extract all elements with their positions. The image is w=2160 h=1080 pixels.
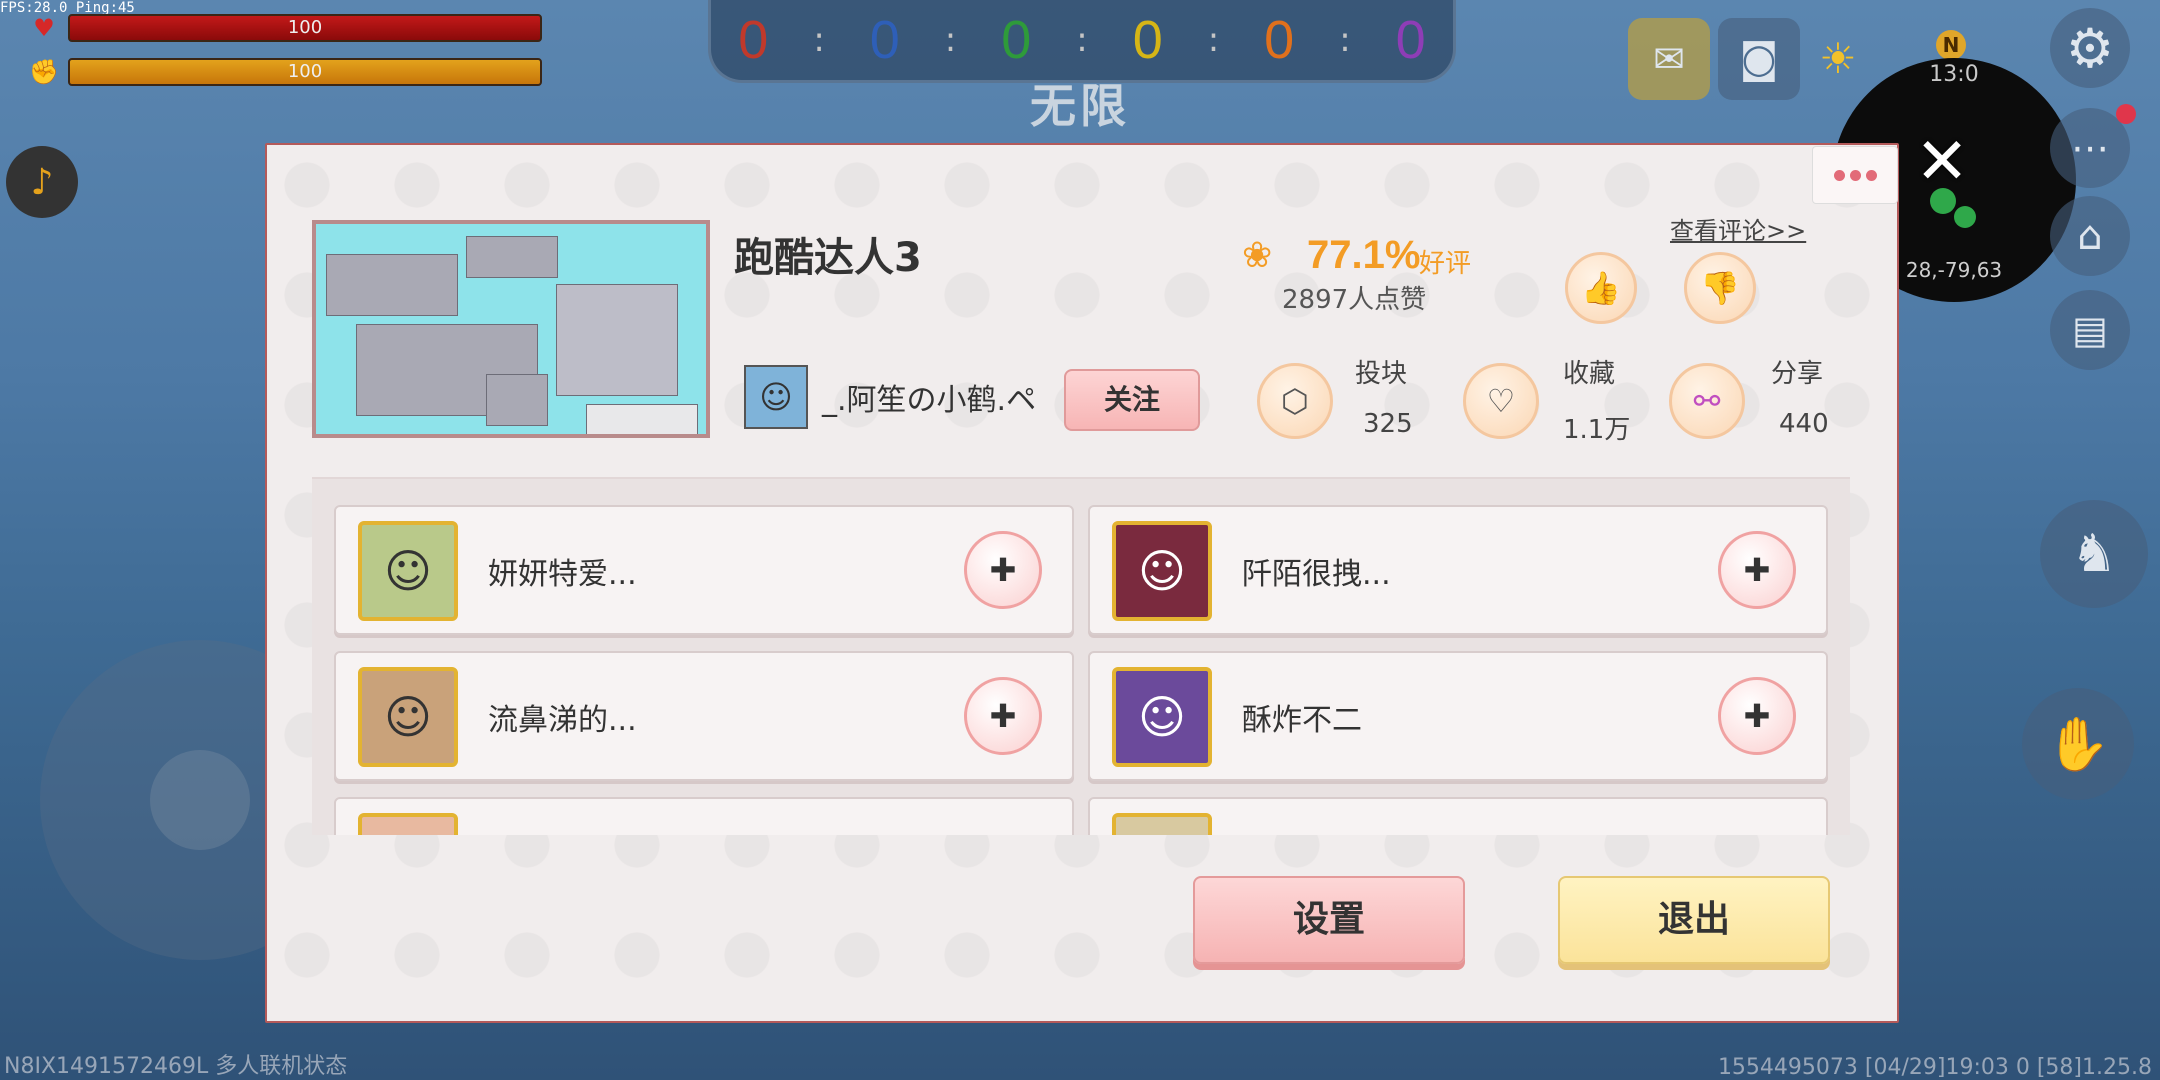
thumbs-down-icon[interactable]: 👎 (1684, 252, 1756, 324)
more-options-button[interactable] (1812, 146, 1898, 204)
hunger-bar: 100 (68, 58, 542, 86)
action-icon[interactable]: ✋ (2022, 688, 2134, 800)
player-avatar (358, 813, 458, 835)
score-separator: : (1207, 20, 1220, 60)
server-info-text: 1554495073 [04/29]19:03 0 [58]1.25.8 (1717, 1055, 2152, 1080)
author-name[interactable]: _.阿笙の小鹤.ペ (822, 375, 1036, 419)
rating-label: 好评 (1419, 249, 1472, 279)
stat-label-vote: 投块 (1355, 359, 1408, 389)
heart-icon: ♥ (33, 14, 55, 42)
room-status-text: N8IX1491572469L 多人联机状态 (4, 1054, 348, 1079)
more-dot-icon (1833, 169, 1845, 181)
health-bar: 100 (68, 14, 542, 42)
player-name: 阡陌很拽... (1242, 557, 1391, 592)
author-avatar[interactable]: ☺ (744, 365, 808, 429)
settings-button[interactable]: 设置 (1193, 876, 1465, 964)
heart-icon[interactable]: ♡ (1463, 363, 1539, 439)
score-team-1: 0 (738, 10, 769, 70)
player-avatar: ☺ (1112, 667, 1212, 767)
player-card[interactable] (1088, 797, 1828, 835)
exit-button[interactable]: 退出 (1558, 876, 1830, 964)
more-dot-icon (1849, 169, 1861, 181)
add-friend-icon[interactable]: ✚ (964, 677, 1042, 755)
player-avatar: ☺ (358, 521, 458, 621)
likes-count: 2897人点赞 (1282, 285, 1427, 315)
player-avatar: ☺ (358, 667, 458, 767)
joystick-knob[interactable] (150, 750, 250, 850)
player-name: 酥炸不二 (1242, 703, 1362, 738)
player-card[interactable]: ☺ 酥炸不二 ✚ (1088, 651, 1828, 781)
health-value: 100 (287, 17, 323, 38)
score-separator: : (813, 20, 825, 60)
player-name: 流鼻涕的... (488, 703, 637, 738)
thumbnail-block (586, 404, 698, 434)
view-comments-link[interactable]: 查看评论>> (1670, 211, 1806, 246)
stat-value-favorite: 1.1万 (1563, 415, 1631, 445)
score-separator: : (1076, 20, 1088, 60)
thumbnail-block (486, 374, 548, 426)
game-mode-label: 无限 (1030, 79, 1130, 133)
close-icon[interactable]: ✕ (1908, 128, 1976, 196)
player-card[interactable] (334, 797, 1074, 835)
camera-icon[interactable]: ◙ (1718, 18, 1800, 100)
compass-north-marker: N (1936, 30, 1966, 60)
map-title: 跑酷达人3 (734, 235, 922, 281)
thumbnail-block (466, 236, 558, 278)
follow-button[interactable]: 关注 (1064, 369, 1200, 431)
player-avatar (1112, 813, 1212, 835)
minimap-time: 13:0 (1929, 62, 1979, 87)
thumbs-up-icon[interactable]: 👍 (1565, 252, 1637, 324)
thumbnail-block (556, 284, 678, 396)
mount-icon[interactable]: ♞ (2040, 500, 2148, 608)
add-friend-icon[interactable]: ✚ (1718, 677, 1796, 755)
player-card[interactable]: ☺ 流鼻涕的... ✚ (334, 651, 1074, 781)
rating-percent: 77.1% (1307, 233, 1421, 277)
notification-dot (2116, 104, 2136, 124)
stat-label-favorite: 收藏 (1563, 359, 1616, 389)
player-name: 妍妍特爱... (488, 557, 637, 592)
score-team-4: 0 (1132, 10, 1163, 70)
map-info-dialog: 跑酷达人3 ☺ _.阿笙の小鹤.ペ 关注 ❀ 77.1% 好评 2897人点赞 … (265, 143, 1899, 1023)
score-team-5: 0 (1264, 10, 1295, 70)
hunger-value: 100 (287, 61, 323, 82)
share-icon[interactable]: ⚯ (1669, 363, 1745, 439)
score-separator: : (1339, 20, 1351, 60)
player-card[interactable]: ☺ 阡陌很拽... ✚ (1088, 505, 1828, 635)
player-list[interactable]: ☺ 妍妍特爱... ✚ ☺ 阡陌很拽... ✚ ☺ 流鼻涕的... ✚ ☺ 酥炸… (312, 477, 1850, 835)
more-dot-icon (1865, 169, 1877, 181)
thumbnail-block (326, 254, 458, 316)
stat-value-vote: 325 (1363, 409, 1413, 439)
player-card[interactable]: ☺ 妍妍特爱... ✚ (334, 505, 1074, 635)
music-icon[interactable]: ♪ (6, 146, 78, 218)
mascot-icon: ❀ (1242, 235, 1273, 276)
player-avatar: ☺ (1112, 521, 1212, 621)
stat-label-share: 分享 (1771, 359, 1824, 389)
add-friend-icon[interactable]: ✚ (1718, 531, 1796, 609)
health-bar-row: ♥ 100 (30, 14, 542, 42)
hunger-bar-row: ✊ 100 (29, 58, 542, 86)
map-thumbnail (312, 220, 710, 438)
player-dot (1954, 206, 1976, 228)
strength-icon: ✊ (29, 58, 59, 86)
score-separator: : (944, 20, 957, 60)
score-team-2: 0 (869, 10, 900, 70)
notebook-icon[interactable]: ▤ (2050, 290, 2130, 370)
score-team-6: 0 (1395, 10, 1426, 70)
stat-value-share: 440 (1779, 409, 1829, 439)
home-icon[interactable]: ⌂ (2050, 196, 2130, 276)
cube-icon[interactable]: ⬡ (1257, 363, 1333, 439)
add-friend-icon[interactable]: ✚ (964, 531, 1042, 609)
gift-icon[interactable]: ✉ (1628, 18, 1710, 100)
score-team-3: 0 (1001, 10, 1032, 70)
